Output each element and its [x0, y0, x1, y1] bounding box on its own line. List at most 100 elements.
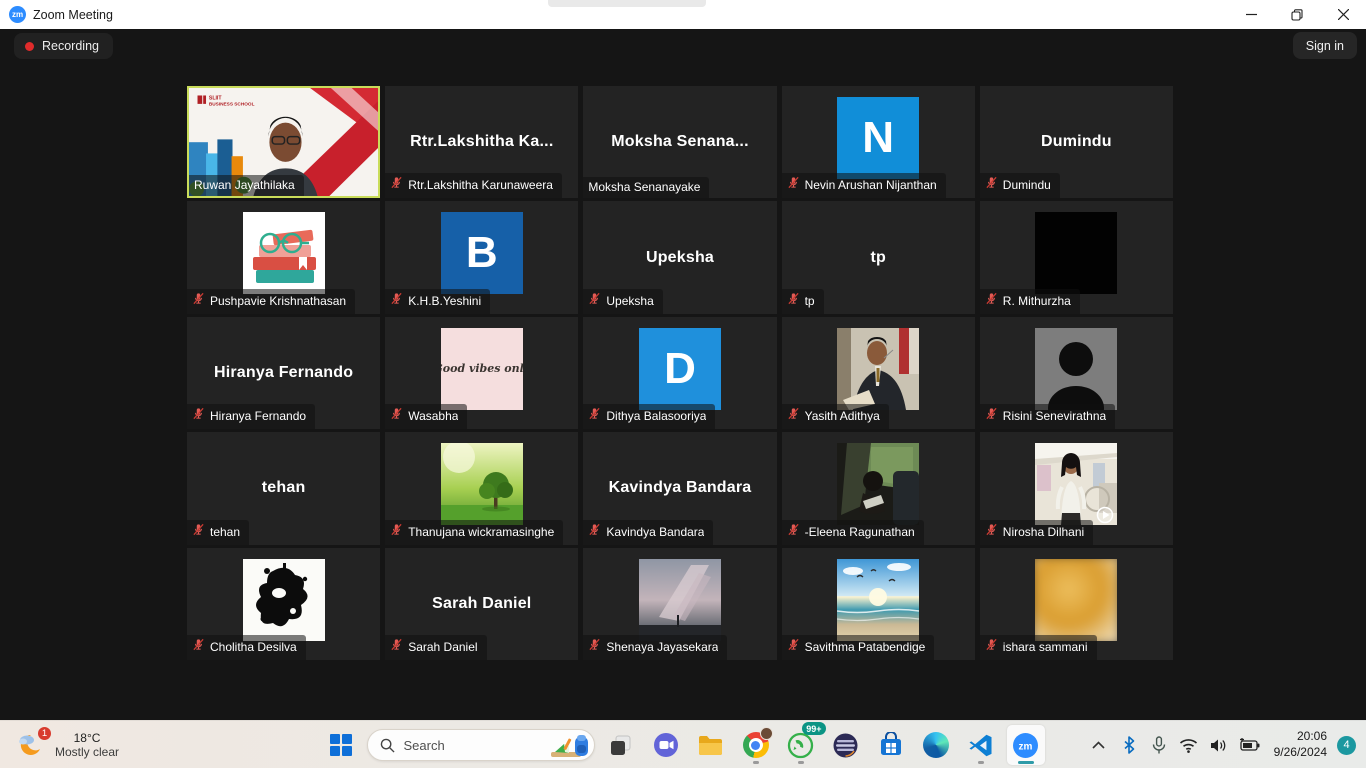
- whatsapp-unread-badge: 99+: [802, 722, 825, 735]
- svg-text:zm: zm: [1019, 741, 1033, 752]
- participant-name-label: R. Mithurzha: [980, 289, 1080, 314]
- participant-name-text: ishara sammani: [1003, 640, 1088, 654]
- participant-name-text: -Eleena Ragunathan: [805, 525, 915, 539]
- participant-name-text: Kavindya Bandara: [606, 525, 704, 539]
- participant-tile[interactable]: D Dithya Balasooriya: [583, 317, 776, 429]
- participant-tile[interactable]: Kavindya Bandara Kavindya Bandara: [583, 432, 776, 544]
- participant-tile[interactable]: Risini Senevirathna: [980, 317, 1173, 429]
- muted-mic-icon: [787, 638, 800, 656]
- participant-name-text: Nirosha Dilhani: [1003, 525, 1084, 539]
- participant-name-text: tp: [805, 294, 815, 308]
- participant-name-label: Dumindu: [980, 173, 1060, 198]
- zoom-taskbar-button[interactable]: zm: [1007, 725, 1045, 765]
- search-highlight-art-icon: [549, 731, 591, 759]
- participant-tile[interactable]: Nirosha Dilhani: [980, 432, 1173, 544]
- participant-tile[interactable]: Yasith Adithya: [782, 317, 975, 429]
- participant-name-text: Risini Senevirathna: [1003, 409, 1106, 423]
- muted-mic-icon: [588, 407, 601, 425]
- task-view-button[interactable]: [602, 725, 640, 765]
- muted-mic-icon: [588, 523, 601, 541]
- active-app-indicator: [1018, 761, 1034, 764]
- participant-tile[interactable]: tehan tehan: [187, 432, 380, 544]
- running-indicator: [978, 761, 984, 764]
- chrome-profile-badge: [760, 727, 773, 740]
- muted-mic-icon: [985, 523, 998, 541]
- muted-mic-icon: [390, 407, 403, 425]
- participant-tile[interactable]: Rtr.Lakshitha Ka... Rtr.Lakshitha Karuna…: [385, 86, 578, 198]
- participant-tile[interactable]: Thanujana wickramasinghe: [385, 432, 578, 544]
- start-button[interactable]: [322, 725, 360, 765]
- microsoft-store-button[interactable]: [872, 725, 910, 765]
- participant-tile[interactable]: SLIIT BUSINESS SCHOOL Ruwan Jayathilaka: [187, 86, 380, 198]
- tray-chevron-up-icon[interactable]: [1086, 730, 1112, 760]
- muted-mic-icon: [192, 407, 205, 425]
- participant-name-label: Moksha Senanayake: [583, 177, 709, 198]
- chrome-button[interactable]: [737, 725, 775, 765]
- participant-tile[interactable]: ishara sammani: [980, 548, 1173, 660]
- edge-icon: [923, 732, 949, 758]
- participant-name-text: Cholitha Desilva: [210, 640, 297, 654]
- clock[interactable]: 20:06 9/26/2024: [1274, 729, 1327, 760]
- participant-name-text: Hiranya Fernando: [210, 409, 306, 423]
- muted-mic-icon: [787, 176, 800, 194]
- window-title: Zoom Meeting: [33, 8, 113, 22]
- edge-button[interactable]: [917, 725, 955, 765]
- chat-button[interactable]: [647, 725, 685, 765]
- participant-name-text: Wasabha: [408, 409, 458, 423]
- participant-name-text: Sarah Daniel: [408, 640, 477, 654]
- muted-mic-icon: [787, 523, 800, 541]
- close-button[interactable]: [1320, 0, 1366, 29]
- participant-tile[interactable]: B K.H.B.Yeshini: [385, 201, 578, 313]
- participant-tile[interactable]: Shenaya Jayasekara: [583, 548, 776, 660]
- recording-dot-icon: [25, 42, 34, 51]
- participant-name-text: Pushpavie Krishnathasan: [210, 294, 346, 308]
- zoom-app-icon: zm: [9, 6, 26, 23]
- participant-tile[interactable]: Dumindu Dumindu: [980, 86, 1173, 198]
- participant-name-text: Upeksha: [606, 294, 653, 308]
- participant-tile[interactable]: -Eleena Ragunathan: [782, 432, 975, 544]
- muted-mic-icon: [588, 638, 601, 656]
- participant-name-label: -Eleena Ragunathan: [782, 520, 924, 545]
- participant-tile[interactable]: Cholitha Desilva: [187, 548, 380, 660]
- participant-name-text: Dithya Balasooriya: [606, 409, 706, 423]
- participant-tile[interactable]: Good vibes only Wasabha: [385, 317, 578, 429]
- sign-in-button[interactable]: Sign in: [1293, 32, 1357, 59]
- participants-grid: SLIIT BUSINESS SCHOOL Ruwan Jayathilaka …: [187, 86, 1173, 660]
- search-input[interactable]: Search: [367, 729, 595, 761]
- vscode-button[interactable]: [962, 725, 1000, 765]
- participant-name-label: Risini Senevirathna: [980, 404, 1115, 429]
- participant-tile[interactable]: Moksha Senana... Moksha Senanayake: [583, 86, 776, 198]
- participant-name-text: Ruwan Jayathilaka: [194, 178, 295, 192]
- participant-tile[interactable]: N Nevin Arushan Nijanthan: [782, 86, 975, 198]
- whatsapp-button[interactable]: 99+: [782, 725, 820, 765]
- participant-tile[interactable]: Sarah Daniel Sarah Daniel: [385, 548, 578, 660]
- running-indicator: [753, 761, 759, 764]
- participant-name-label: Shenaya Jayasekara: [583, 635, 727, 660]
- collapsed-meeting-toolbar[interactable]: [548, 0, 706, 7]
- battery-icon[interactable]: [1236, 730, 1262, 760]
- minimize-button[interactable]: [1228, 0, 1274, 29]
- notification-count-badge[interactable]: 4: [1337, 736, 1356, 755]
- muted-mic-icon: [390, 523, 403, 541]
- recording-label: Recording: [42, 39, 99, 53]
- muted-mic-icon: [192, 638, 205, 656]
- muted-mic-icon: [192, 523, 205, 541]
- volume-icon[interactable]: [1206, 730, 1232, 760]
- participant-name-label: Cholitha Desilva: [187, 635, 306, 660]
- participant-tile[interactable]: Hiranya Fernando Hiranya Fernando: [187, 317, 380, 429]
- muted-mic-icon: [390, 638, 403, 656]
- wifi-icon[interactable]: [1176, 730, 1202, 760]
- participant-name-label: Rtr.Lakshitha Karunaweera: [385, 173, 562, 198]
- participant-tile[interactable]: tp tp: [782, 201, 975, 313]
- participant-tile[interactable]: Savithma Patabendige: [782, 548, 975, 660]
- participant-tile[interactable]: Upeksha Upeksha: [583, 201, 776, 313]
- participant-tile[interactable]: Pushpavie Krishnathasan: [187, 201, 380, 313]
- participant-name-label: Dithya Balasooriya: [583, 404, 715, 429]
- participant-tile[interactable]: R. Mithurzha: [980, 201, 1173, 313]
- file-explorer-button[interactable]: [692, 725, 730, 765]
- running-indicator: [798, 761, 804, 764]
- restore-button[interactable]: [1274, 0, 1320, 29]
- microphone-icon[interactable]: [1146, 730, 1172, 760]
- eclipse-button[interactable]: [827, 725, 865, 765]
- bluetooth-icon[interactable]: [1116, 730, 1142, 760]
